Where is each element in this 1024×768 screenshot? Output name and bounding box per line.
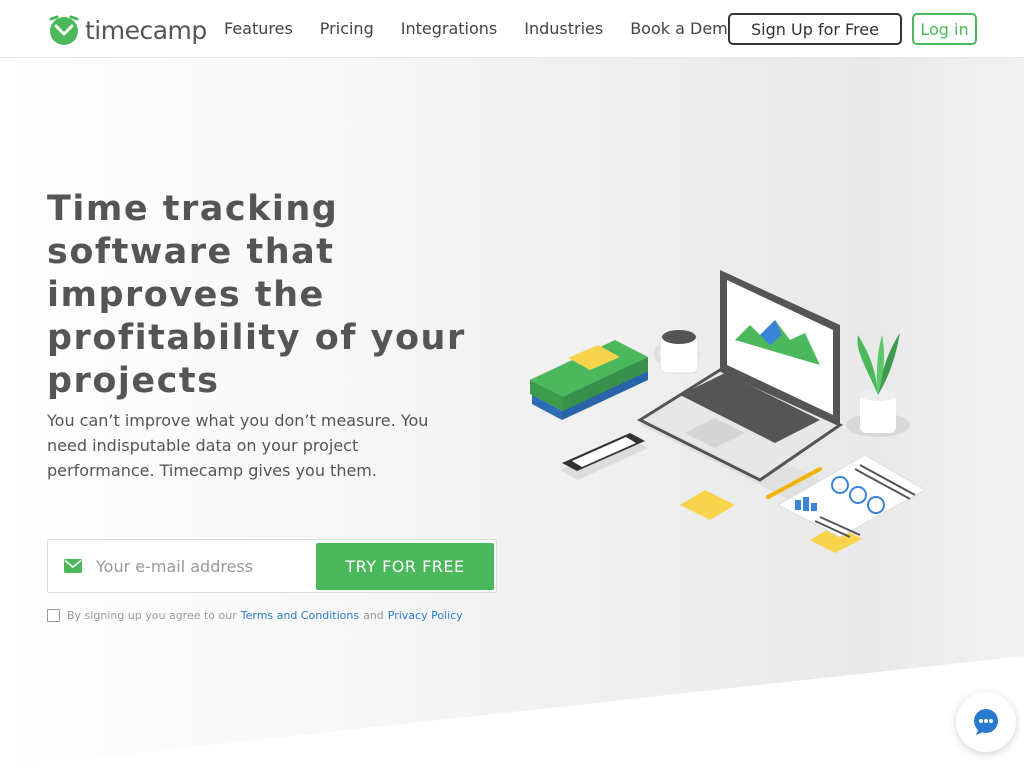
- terms-and: and: [363, 609, 384, 622]
- report-illustration: [776, 454, 927, 538]
- site-header: timecamp Features Pricing Integrations I…: [0, 0, 1024, 58]
- nav-item-pricing[interactable]: Pricing: [320, 19, 374, 38]
- chat-bubble-icon: [974, 709, 998, 735]
- nav-item-features[interactable]: Features: [224, 19, 293, 38]
- hero-subtitle: You can’t improve what you don’t measure…: [47, 411, 429, 480]
- phone-illustration: [560, 433, 648, 480]
- terms-checkbox[interactable]: [47, 609, 60, 622]
- sticky-note-1: [680, 490, 735, 520]
- terms-link[interactable]: Terms and Conditions: [241, 609, 359, 622]
- terms-row: By signing up you agree to our Terms and…: [47, 609, 463, 622]
- envelope-icon: [64, 559, 82, 573]
- try-for-free-button[interactable]: TRY FOR FREE: [316, 543, 494, 590]
- nav-item-book-demo[interactable]: Book a Demo: [630, 19, 737, 38]
- main-nav: Features Pricing Integrations Industries…: [224, 19, 738, 38]
- mug-illustration: [654, 330, 700, 374]
- email-input[interactable]: [88, 546, 314, 586]
- terms-prefix: By signing up you agree to our: [67, 609, 237, 622]
- log-in-button[interactable]: Log in: [912, 13, 977, 45]
- hero-title: Time tracking software that improves the…: [47, 189, 466, 401]
- privacy-link[interactable]: Privacy Policy: [388, 609, 463, 622]
- timecamp-logo-icon: [49, 15, 79, 45]
- logo[interactable]: timecamp: [47, 14, 207, 46]
- plant-illustration: [846, 333, 910, 437]
- hero-illustration: [528, 270, 927, 553]
- nav-item-integrations[interactable]: Integrations: [401, 19, 498, 38]
- books-illustration: [528, 340, 650, 420]
- sign-up-button[interactable]: Sign Up for Free: [728, 13, 902, 45]
- signup-form: TRY FOR FREE: [47, 539, 497, 593]
- chat-button[interactable]: [956, 692, 1016, 752]
- laptop-illustration: [636, 270, 844, 482]
- logo-text: timecamp: [85, 15, 207, 45]
- nav-item-industries[interactable]: Industries: [524, 19, 603, 38]
